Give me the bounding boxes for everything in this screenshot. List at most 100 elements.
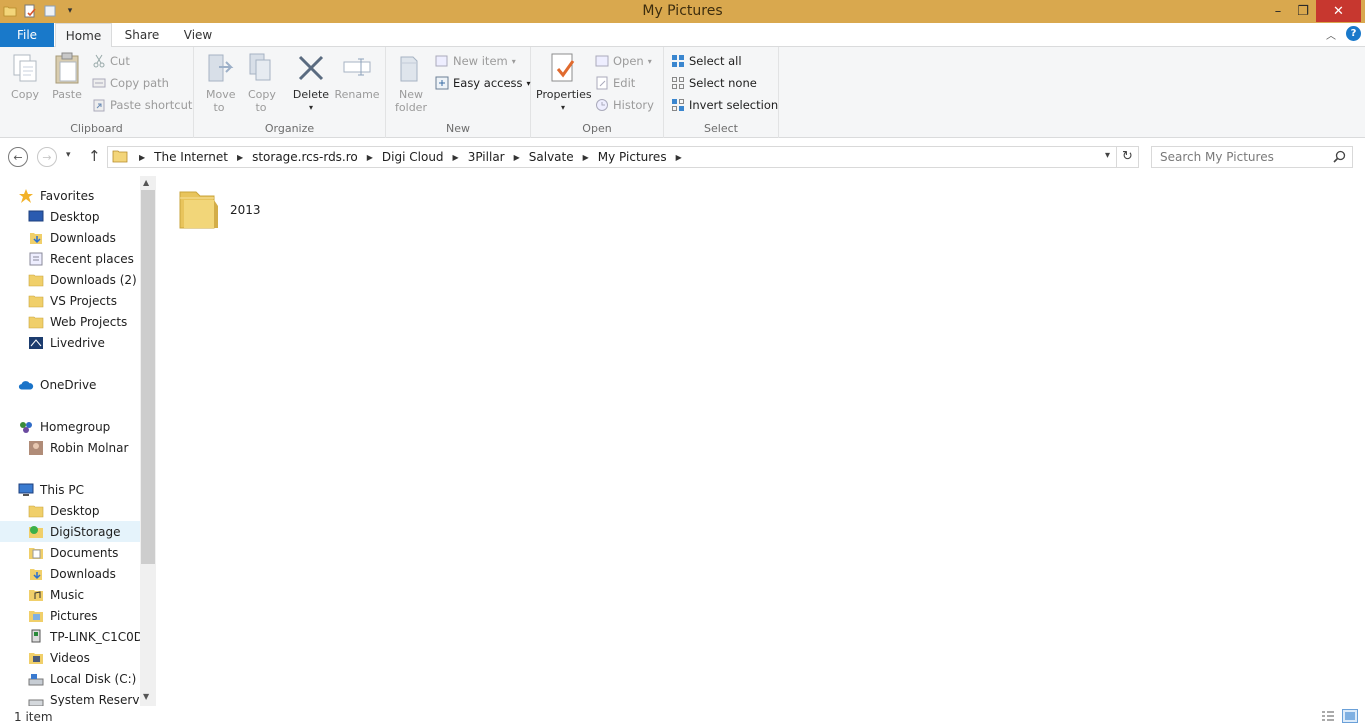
large-icons-view-icon[interactable]: [1342, 709, 1358, 723]
address-bar[interactable]: ▶ The Internet ▶ storage.rcs-rds.ro ▶ Digi Cl…: [107, 146, 1139, 168]
nav-item-pictures[interactable]: Pictures: [0, 605, 140, 626]
breadcrumb-item[interactable]: Digi Cloud: [380, 150, 446, 164]
tab-view[interactable]: View: [170, 23, 226, 47]
details-view-icon[interactable]: [1321, 710, 1335, 725]
nav-onedrive[interactable]: OneDrive: [0, 374, 140, 395]
tab-file[interactable]: File: [0, 23, 54, 47]
edit-button[interactable]: Edit: [595, 73, 635, 93]
delete-label: Delete: [292, 88, 330, 101]
search-input[interactable]: Search My Pictures: [1151, 146, 1353, 168]
easy-access-dropdown-arrow: ▾: [526, 78, 531, 88]
maximize-button[interactable]: ❐: [1291, 0, 1315, 22]
breadcrumb-item[interactable]: My Pictures: [596, 150, 669, 164]
nav-item-desktop[interactable]: Desktop: [0, 206, 140, 227]
nav-item-videos[interactable]: Videos: [0, 647, 140, 668]
copy-to-button[interactable]: Copy to: [242, 51, 280, 114]
nav-item-music[interactable]: Music: [0, 584, 140, 605]
nav-item-system-reserved[interactable]: System Reserved: [0, 689, 140, 706]
recent-locations-dropdown[interactable]: ▾: [66, 150, 71, 160]
livedrive-icon: [28, 335, 44, 351]
collapse-ribbon-icon[interactable]: ︿: [1326, 27, 1336, 42]
scissors-icon: [92, 54, 106, 68]
delete-dropdown-arrow[interactable]: ▾: [290, 101, 332, 114]
nav-homegroup[interactable]: Homegroup: [0, 416, 140, 437]
help-icon[interactable]: ?: [1346, 26, 1361, 41]
nav-item-label: Favorites: [40, 188, 95, 203]
search-icon[interactable]: [1333, 150, 1346, 166]
nav-item-tp-link[interactable]: TP-LINK_C1C0D8: [0, 626, 140, 647]
nav-favorites[interactable]: Favorites: [0, 185, 140, 206]
nav-scrollbar[interactable]: ▲ ▼: [140, 176, 156, 706]
move-to-button[interactable]: Move to: [200, 51, 238, 114]
nav-item-recent-places[interactable]: Recent places: [0, 248, 140, 269]
nav-item-downloads[interactable]: Downloads: [0, 227, 140, 248]
digistorage-icon: [28, 524, 44, 540]
open-button[interactable]: Open ▾: [595, 51, 652, 71]
nav-item-label: Documents: [50, 545, 119, 560]
refresh-icon[interactable]: ↻: [1116, 147, 1138, 167]
nav-item-pc-downloads[interactable]: Downloads: [0, 563, 140, 584]
forward-button[interactable]: →: [37, 147, 57, 167]
tab-share[interactable]: Share: [114, 23, 170, 47]
paste-shortcut-button[interactable]: Paste shortcut: [92, 95, 192, 115]
rename-button[interactable]: Rename: [334, 51, 380, 101]
scroll-down-arrow[interactable]: ▼: [143, 692, 149, 701]
breadcrumb-separator[interactable]: ▶: [132, 153, 152, 162]
breadcrumb-separator[interactable]: ▶: [576, 153, 596, 162]
history-button[interactable]: History: [595, 95, 654, 115]
new-folder-button[interactable]: New folder: [392, 51, 430, 114]
nav-this-pc[interactable]: This PC: [0, 479, 140, 500]
invert-selection-button[interactable]: Invert selection: [671, 95, 778, 115]
clipboard-group-label: Clipboard: [70, 122, 123, 135]
nav-item-downloads-2[interactable]: Downloads (2): [0, 269, 140, 290]
paste-icon: [51, 51, 83, 85]
network-drive-icon: [28, 629, 44, 645]
up-arrow-icon[interactable]: ↑: [88, 147, 101, 165]
nav-item-label: Downloads: [50, 230, 116, 245]
copy-path-button[interactable]: Copy path: [92, 73, 169, 93]
downloads-icon: [28, 230, 44, 246]
copy-button[interactable]: Copy: [6, 51, 44, 101]
breadcrumb-separator[interactable]: ▶: [669, 153, 689, 162]
scrollbar-thumb[interactable]: [141, 190, 155, 564]
scroll-up-arrow[interactable]: ▲: [143, 178, 149, 187]
properties-button[interactable]: Properties ▾: [536, 51, 592, 114]
breadcrumb-separator[interactable]: ▶: [507, 153, 527, 162]
breadcrumb-item[interactable]: Salvate: [527, 150, 576, 164]
select-none-label: Select none: [689, 76, 757, 90]
easy-access-button[interactable]: Easy access ▾: [435, 73, 531, 93]
nav-item-pc-desktop[interactable]: Desktop: [0, 500, 140, 521]
new-folder-label: New folder: [395, 88, 427, 114]
nav-item-digistorage[interactable]: DigiStorage: [0, 521, 140, 542]
nav-item-label: Web Projects: [50, 314, 128, 329]
cut-button[interactable]: Cut: [92, 51, 130, 71]
breadcrumb-item[interactable]: storage.rcs-rds.ro: [250, 150, 360, 164]
delete-button[interactable]: Delete ▾: [290, 51, 332, 114]
back-button[interactable]: ←: [8, 147, 28, 167]
breadcrumb-separator[interactable]: ▶: [360, 153, 380, 162]
nav-item-vs-projects[interactable]: VS Projects: [0, 290, 140, 311]
minimize-button[interactable]: –: [1266, 0, 1290, 22]
nav-item-robin-molnar[interactable]: Robin Molnar: [0, 437, 140, 458]
tab-home[interactable]: Home: [55, 23, 112, 48]
select-all-button[interactable]: Select all: [671, 51, 742, 71]
nav-item-livedrive[interactable]: Livedrive: [0, 332, 140, 353]
homegroup-icon: [18, 419, 34, 435]
invert-selection-label: Invert selection: [689, 98, 779, 112]
delete-x-icon: [295, 51, 327, 85]
close-button[interactable]: ✕: [1316, 0, 1361, 22]
nav-item-label: VS Projects: [50, 293, 117, 308]
paste-button[interactable]: Paste: [48, 51, 86, 101]
select-none-button[interactable]: Select none: [671, 73, 757, 93]
address-dropdown-icon[interactable]: ▾: [1105, 150, 1110, 161]
breadcrumb-separator[interactable]: ▶: [446, 153, 466, 162]
breadcrumb-item[interactable]: The Internet: [152, 150, 230, 164]
new-item-button[interactable]: New item ▾: [435, 51, 516, 71]
folder-item[interactable]: 2013: [176, 184, 261, 235]
nav-item-local-disk[interactable]: Local Disk (C:): [0, 668, 140, 689]
properties-dropdown-arrow[interactable]: ▾: [536, 101, 590, 114]
breadcrumb-separator[interactable]: ▶: [230, 153, 250, 162]
nav-item-web-projects[interactable]: Web Projects: [0, 311, 140, 332]
breadcrumb-item[interactable]: 3Pillar: [466, 150, 507, 164]
nav-item-documents[interactable]: Documents: [0, 542, 140, 563]
